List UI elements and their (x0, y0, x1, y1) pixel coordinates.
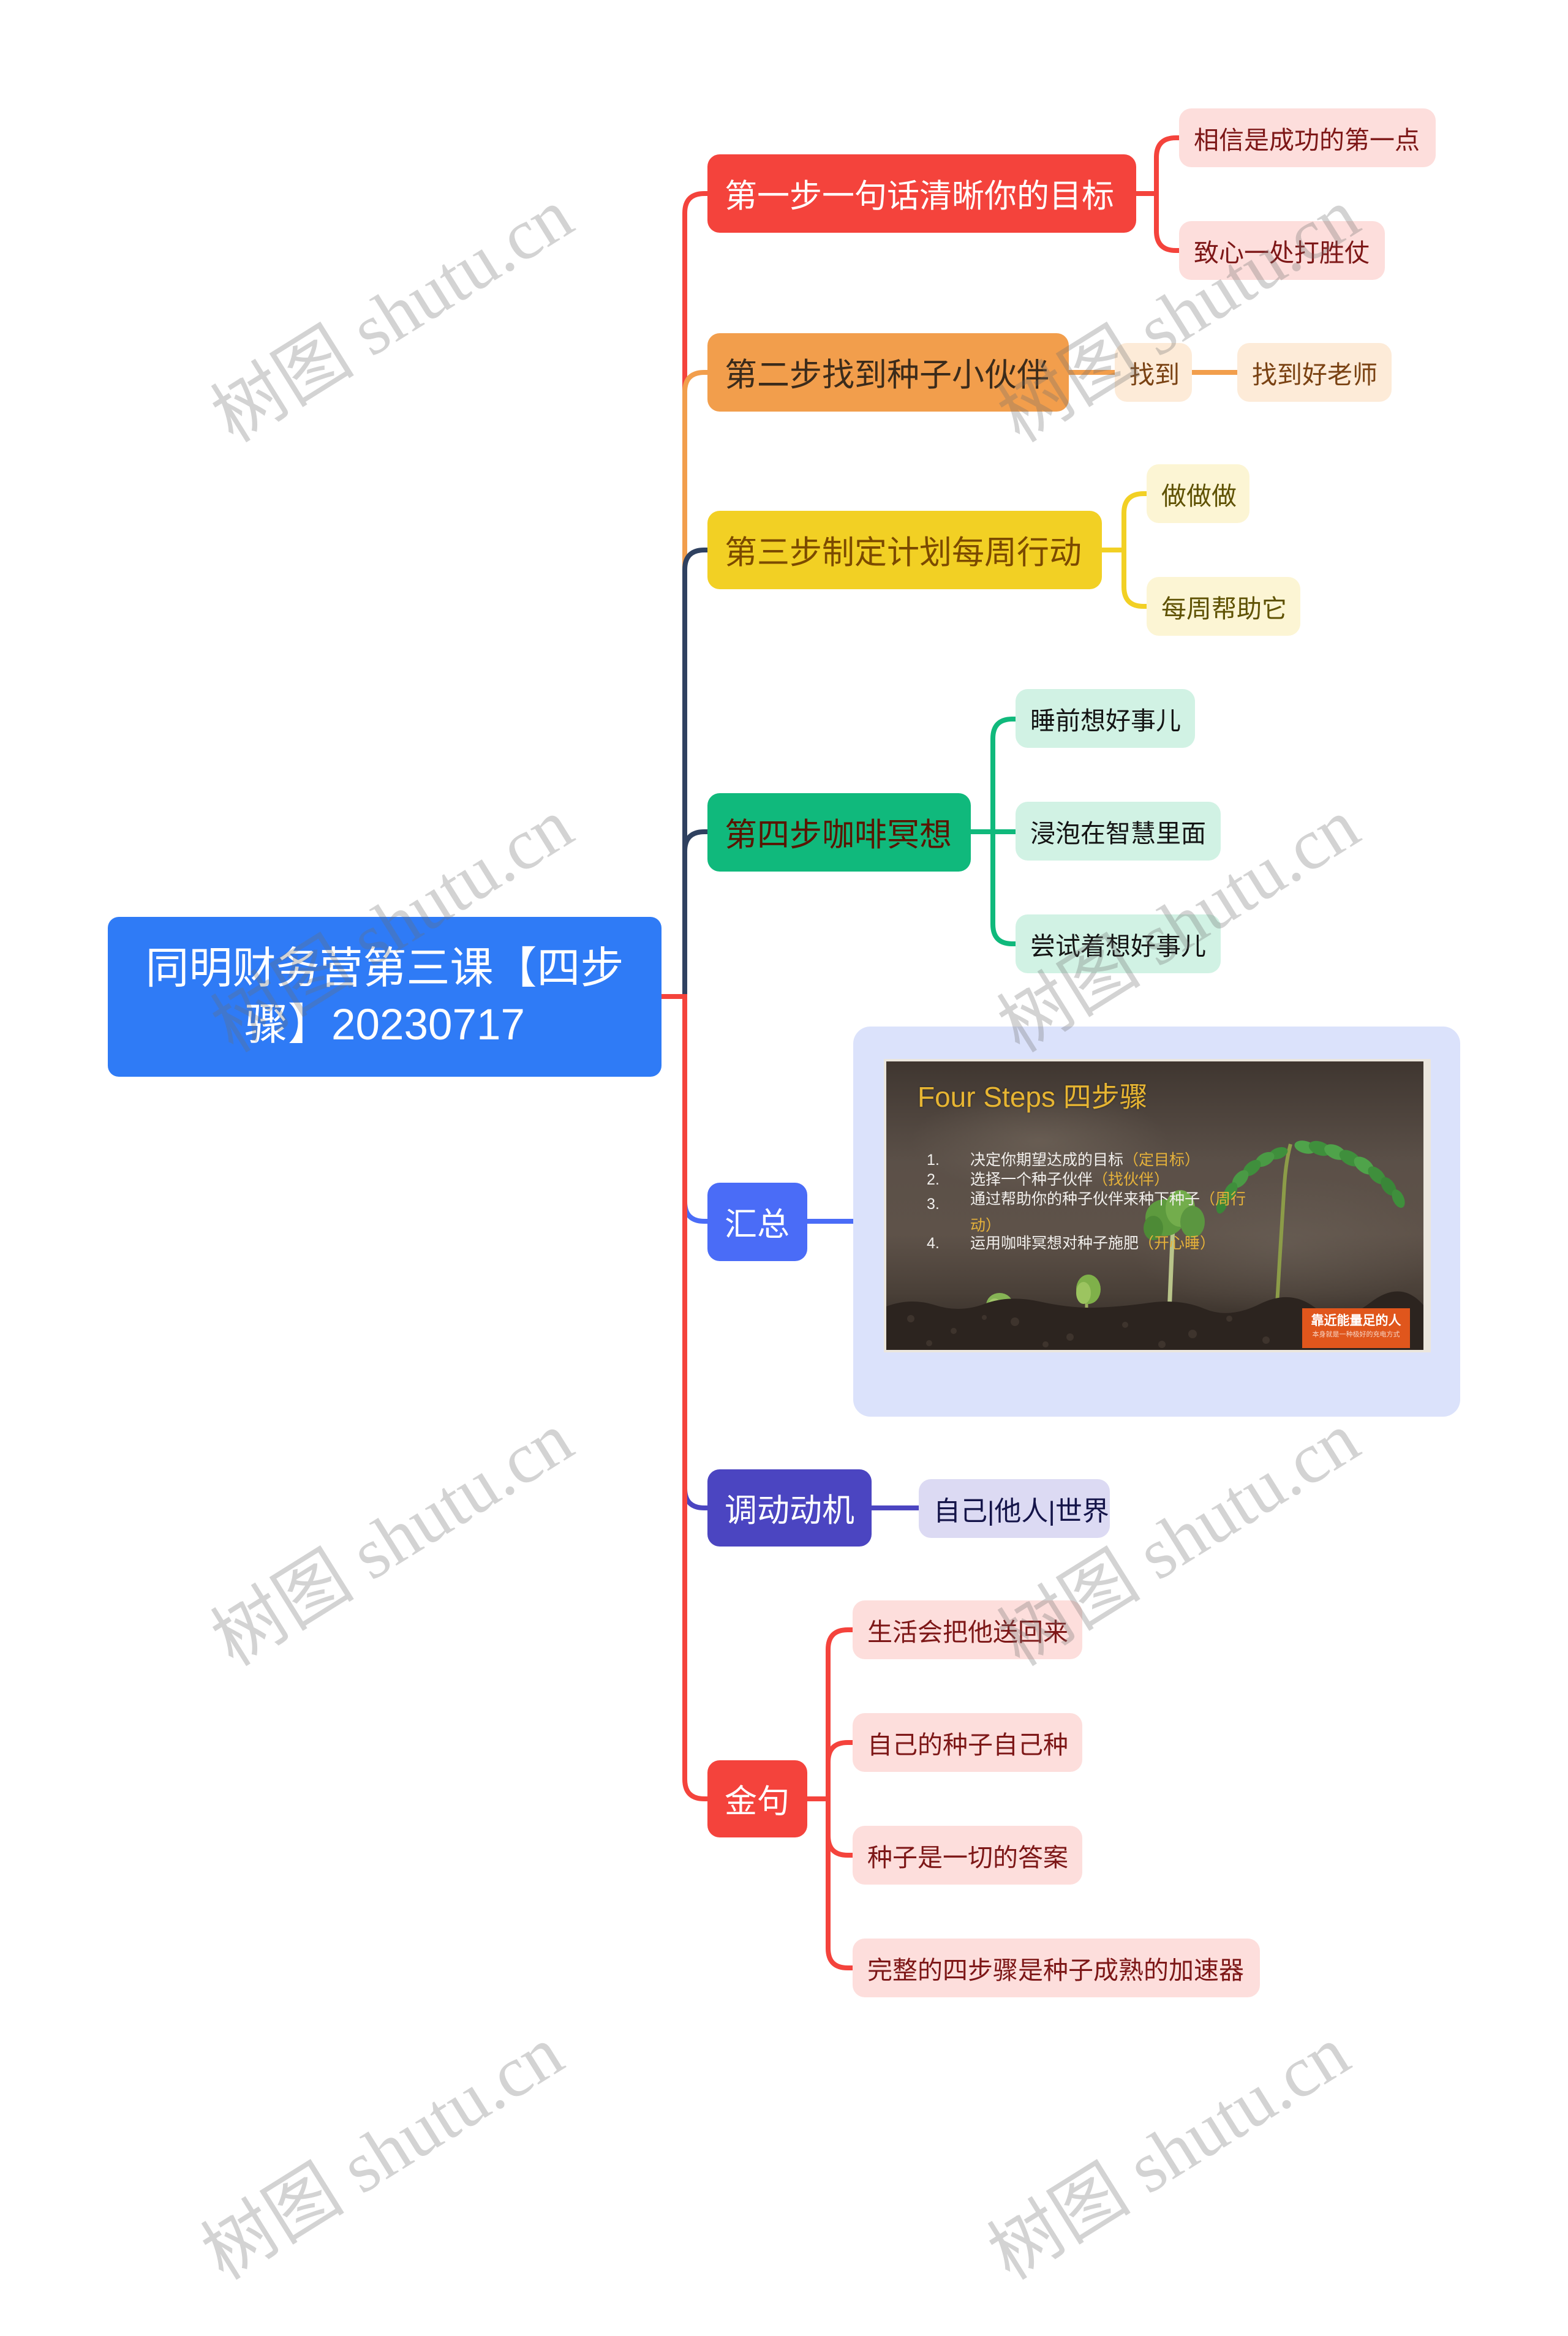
branch-label: 调动动机 (725, 1493, 854, 1529)
leaf-step4-2[interactable]: 浸泡在智慧里面 (1016, 802, 1221, 861)
connector-root-to-quotes (682, 997, 709, 1801)
image-list-item-1: 1. 决定你期望达成的目标（定目标） (927, 1151, 1249, 1169)
connector-quotes-leaf1 (826, 1627, 854, 1800)
leaf-label: 做做做 (1161, 482, 1237, 510)
connector-step3-leaf1 (1121, 491, 1148, 551)
leaf-quotes-4[interactable]: 完整的四步骤是种子成熟的加速器 (853, 1939, 1260, 1997)
item-number: 3. (927, 1196, 940, 1213)
connector-root-to-summary (682, 997, 709, 1224)
connector-root-to-step3 (682, 548, 709, 997)
image-list-item-4: 4. 运用咖啡冥想对种子施肥（开心睡） (927, 1234, 1249, 1253)
leaf-step2-1-1[interactable]: 找到好老师 (1237, 343, 1392, 402)
root-topic[interactable]: 同明财务营第三课【四步 骤】20230717 (108, 917, 662, 1077)
badge-subtitle: 本身就是一种极好的充电方式 (1312, 1331, 1400, 1338)
leaf-label: 尝试着想好事儿 (1030, 932, 1206, 960)
image-list-item-3: 3. 通过帮助你的种子伙伴来种下种子（周行动） (927, 1190, 1249, 1239)
branch-label: 金句 (725, 1784, 790, 1820)
leaf-label: 自己|他人|世界 (933, 1496, 1109, 1526)
leaf-quotes-3[interactable]: 种子是一切的答案 (853, 1826, 1082, 1885)
summary-image-topic[interactable]: Four Steps 四步骤 1. 决定你期望达成的目标（定目标） 2. 选择一… (853, 1027, 1460, 1417)
branch-step1[interactable]: 第一步一句话清晰你的目标 (707, 154, 1136, 233)
leaf-label: 种子是一切的答案 (867, 1844, 1068, 1872)
item-text: 通过帮助你的种子伙伴来种下种子 (970, 1191, 1200, 1208)
connector-step3-leaf2 (1121, 549, 1148, 609)
energy-badge: 靠近能量足的人 本身就是一种极好的充电方式 (1302, 1308, 1410, 1348)
branch-label: 第四步咖啡冥想 (725, 817, 952, 853)
branch-label: 第一步一句话清晰你的目标 (725, 178, 1114, 214)
leaf-label: 每周帮助它 (1161, 595, 1287, 623)
connector-quotes-leaf3 (826, 1798, 854, 1858)
item-highlight: （找伙伴） (1093, 1171, 1170, 1188)
item-text: 运用咖啡冥想对种子施肥 (970, 1235, 1139, 1252)
item-number: 2. (927, 1171, 940, 1188)
leaf-label: 生活会把他送回来 (867, 1618, 1068, 1646)
connector-root-to-step4 (682, 829, 709, 997)
leaf-step3-1[interactable]: 做做做 (1147, 464, 1250, 523)
leaf-quotes-2[interactable]: 自己的种子自己种 (853, 1713, 1082, 1772)
leaf-step1-2[interactable]: 致心一处打胜仗 (1179, 221, 1385, 280)
branch-label: 第三步制定计划每周行动 (725, 535, 1082, 571)
branch-label: 汇总 (725, 1207, 790, 1243)
connector-root-to-step1 (682, 191, 709, 997)
leaf-label: 致心一处打胜仗 (1194, 239, 1370, 267)
item-highlight: （定目标） (1123, 1151, 1200, 1169)
leaf-step1-1[interactable]: 相信是成功的第一点 (1179, 108, 1436, 167)
leaf-step4-3[interactable]: 尝试着想好事儿 (1016, 914, 1221, 973)
leaf-motivation-1[interactable]: 自己|他人|世界 (919, 1479, 1110, 1538)
four-steps-image: Four Steps 四步骤 1. 决定你期望达成的目标（定目标） 2. 选择一… (884, 1059, 1431, 1352)
branch-motivation[interactable]: 调动动机 (707, 1469, 872, 1547)
connector-root-to-step2 (682, 370, 709, 997)
item-number: 1. (927, 1151, 940, 1169)
badge-title: 靠近能量足的人 (1311, 1314, 1401, 1328)
branch-label: 第二步找到种子小伙伴 (725, 357, 1049, 393)
connector-root-to-motivation (682, 997, 709, 1510)
connector-quotes-leaf2 (826, 1740, 854, 1800)
item-text: 选择一个种子伙伴 (970, 1171, 1093, 1188)
leaf-label: 相信是成功的第一点 (1194, 126, 1420, 154)
leaf-label: 浸泡在智慧里面 (1030, 819, 1206, 848)
image-title: Four Steps 四步骤 (918, 1081, 1148, 1113)
item-number: 4. (927, 1235, 940, 1252)
leaf-step2-1[interactable]: 找到 (1115, 343, 1192, 402)
leaf-label: 睡前想好事儿 (1030, 707, 1181, 735)
branch-step4[interactable]: 第四步咖啡冥想 (707, 793, 971, 872)
leaf-step4-1[interactable]: 睡前想好事儿 (1016, 689, 1195, 748)
connector-quotes-leaf4 (826, 1798, 854, 1970)
branch-step2[interactable]: 第二步找到种子小伙伴 (707, 333, 1069, 412)
branch-quotes[interactable]: 金句 (707, 1760, 807, 1837)
connector-step1-leaf1 (1154, 135, 1181, 195)
branch-step3[interactable]: 第三步制定计划每周行动 (707, 511, 1102, 589)
leaf-label: 找到 (1129, 361, 1180, 389)
item-highlight: （开心睡） (1139, 1235, 1216, 1252)
root-title-line-1: 同明财务营第三课【四步 (145, 944, 624, 993)
connector-step4-leaf3 (990, 831, 1017, 946)
small-sprout-2 (1076, 1275, 1101, 1313)
leaf-label: 完整的四步骤是种子成熟的加速器 (867, 1956, 1244, 1984)
leaf-label: 找到好老师 (1252, 361, 1378, 389)
connector-step4-leaf1 (990, 717, 1017, 833)
leaf-step3-2[interactable]: 每周帮助它 (1147, 577, 1300, 636)
root-title-line-2: 骤】20230717 (244, 1000, 525, 1049)
branch-summary[interactable]: 汇总 (707, 1183, 807, 1261)
leaf-label: 自己的种子自己种 (867, 1731, 1068, 1759)
item-text: 决定你期望达成的目标 (970, 1151, 1124, 1169)
connector-step1-leaf2 (1154, 192, 1181, 253)
leaf-quotes-1[interactable]: 生活会把他送回来 (853, 1600, 1082, 1659)
